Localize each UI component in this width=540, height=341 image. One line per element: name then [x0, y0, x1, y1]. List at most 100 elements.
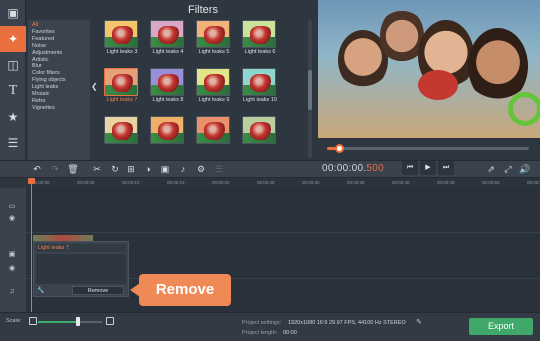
microphone-icon: ♪	[180, 164, 186, 174]
project-length-label: Project length:	[242, 330, 278, 336]
color-adjust-button[interactable]: ◑	[141, 162, 155, 176]
filter-category-item[interactable]: Adjustments	[32, 50, 86, 57]
filter-tile-label: Light leaks 10	[243, 97, 277, 103]
filters-tool-button[interactable]: ✦	[0, 26, 26, 52]
filter-category-item[interactable]: Noise	[32, 43, 86, 50]
zoom-in-icon[interactable]	[106, 317, 114, 325]
filter-tile[interactable]	[104, 116, 140, 160]
scrollbar-thumb[interactable]	[308, 70, 312, 110]
thumbnail-flower	[250, 26, 272, 44]
skip-back-icon: ⏮	[406, 164, 414, 171]
delete-button[interactable]: 🗑	[66, 162, 80, 176]
filter-category-item[interactable]: Featured	[32, 36, 86, 43]
popup-filter-name: Light leaks 7	[36, 244, 126, 252]
import-tool-button[interactable]: ▣	[0, 0, 26, 26]
filter-scrollbar[interactable]	[308, 20, 312, 158]
pencil-icon[interactable]: ✎	[416, 318, 422, 326]
filter-category-item[interactable]: Vignettes	[32, 105, 86, 112]
filter-tile-label: Light leaks 7	[106, 97, 138, 103]
next-frame-button[interactable]: ⏭	[438, 161, 454, 175]
filter-tile-label: Light leaks 9	[198, 97, 230, 103]
ruler-tick-label: 00:00:40	[392, 180, 410, 185]
zoom-out-icon[interactable]	[29, 317, 37, 325]
status-bar	[0, 312, 540, 341]
filter-thumbnail	[104, 116, 138, 144]
filter-tile-label: Light leaks 3	[106, 49, 138, 55]
detach-preview-button[interactable]: ⇗	[484, 162, 498, 176]
filter-category-item[interactable]: All	[32, 22, 86, 29]
filter-tile[interactable]: Light leaks 3	[104, 20, 140, 64]
wrench-icon[interactable]: 🔧	[37, 287, 44, 294]
filter-category-item[interactable]: Retro	[32, 98, 86, 105]
transitions-tool-button[interactable]: ◫	[0, 52, 26, 78]
volume-button[interactable]: 🔊	[518, 162, 532, 176]
ruler-tick-label: 00:00:55	[527, 180, 540, 185]
filter-tile-label: Light leaks 6	[244, 49, 276, 55]
preview-seek-bar[interactable]	[327, 147, 529, 150]
fullscreen-button[interactable]: ⤢	[501, 162, 515, 176]
more-tools-button[interactable]: ☰	[0, 130, 26, 156]
scale-handle[interactable]	[76, 317, 80, 326]
crop-button[interactable]: ⊞	[124, 162, 138, 176]
thumbnail-flower	[158, 74, 180, 92]
stickers-tool-button[interactable]: ★	[0, 104, 26, 130]
filter-category-item[interactable]: Color filters	[32, 70, 86, 77]
filter-tile[interactable]: Light leaks 6	[242, 20, 278, 64]
filter-category-item[interactable]: Favorites	[32, 29, 86, 36]
image-button[interactable]: ▣	[158, 162, 172, 176]
play-button[interactable]: ▶	[420, 161, 436, 175]
clip-properties-button[interactable]: ⚙	[194, 162, 208, 176]
filter-category-item[interactable]: Artistic	[32, 57, 86, 64]
thumbnail-flower	[204, 74, 226, 92]
project-settings-label: Project settings:	[242, 320, 282, 326]
seek-handle[interactable]	[335, 144, 344, 153]
filter-tile[interactable]: Light leaks 5	[196, 20, 232, 64]
filter-category-item[interactable]: Light leaks	[32, 84, 86, 91]
filter-tile[interactable]	[150, 116, 186, 160]
previous-frame-button[interactable]: ⏮	[402, 161, 418, 175]
rotate-button[interactable]: ↻	[108, 162, 122, 176]
filter-tile[interactable]: Light leaks 7	[104, 68, 140, 112]
record-audio-button[interactable]: ♪	[176, 162, 190, 176]
redo-button[interactable]: ↷	[48, 162, 62, 176]
cut-button[interactable]: ✂	[90, 162, 104, 176]
filter-tile[interactable]: Light leaks 4	[150, 20, 186, 64]
filter-thumbnail	[104, 68, 138, 96]
video-editor-window: ▣ ✦ ◫ T ★ ☰ Filters All Favorites Featured…	[0, 0, 540, 341]
filter-tile[interactable]: Light leaks 8	[150, 68, 186, 112]
timeline-ruler[interactable]: 00:00:00 00:00:05 00:00:10 00:00:15 00:00:20…	[26, 178, 540, 188]
filter-thumbnail	[196, 116, 230, 144]
text-icon: T	[8, 83, 18, 98]
export-button[interactable]: Export	[469, 318, 533, 335]
ruler-tick-label: 00:00:15	[167, 180, 185, 185]
video-track-icon: ▣	[8, 251, 16, 258]
playhead-handle[interactable]	[28, 178, 35, 184]
undo-icon: ↶	[33, 164, 41, 174]
film-strip-icon: ◫	[7, 58, 19, 72]
scale-slider[interactable]	[38, 321, 102, 323]
filter-category-item[interactable]: Blur	[32, 63, 86, 70]
ruler-tick-label: 00:00:30	[302, 180, 320, 185]
filter-tile[interactable]: Light leaks 9	[196, 68, 232, 112]
filter-tile[interactable]	[242, 116, 278, 160]
filter-tile[interactable]: Light leaks 10	[242, 68, 278, 112]
filter-category-item[interactable]: Mosaic	[32, 91, 86, 98]
titles-tool-button[interactable]: T	[0, 78, 26, 104]
external-window-icon: ⇗	[487, 164, 495, 174]
filter-category-list: All Favorites Featured Noise Adjustments Arti…	[28, 20, 90, 160]
filter-tile-label: Light leaks 4	[152, 49, 184, 55]
eye-icon[interactable]: ◉	[5, 264, 19, 274]
filter-thumbnail	[196, 20, 230, 48]
list-icon: ☰	[7, 136, 19, 150]
eye-icon[interactable]: ◉	[5, 214, 19, 224]
ruler-tick-label: 00:00:50	[482, 180, 500, 185]
remove-filter-button[interactable]: Remove	[72, 286, 124, 295]
filter-tile-label: Light leaks 8	[152, 97, 184, 103]
filter-category-item[interactable]: Flying objects	[32, 77, 86, 84]
filter-thumbnail	[104, 20, 138, 48]
playhead[interactable]	[31, 180, 32, 312]
filter-tile[interactable]	[196, 116, 232, 160]
undo-button[interactable]: ↶	[30, 162, 44, 176]
audio-levels-button[interactable]: ☰	[212, 162, 226, 176]
filters-title: Filters	[188, 4, 218, 16]
